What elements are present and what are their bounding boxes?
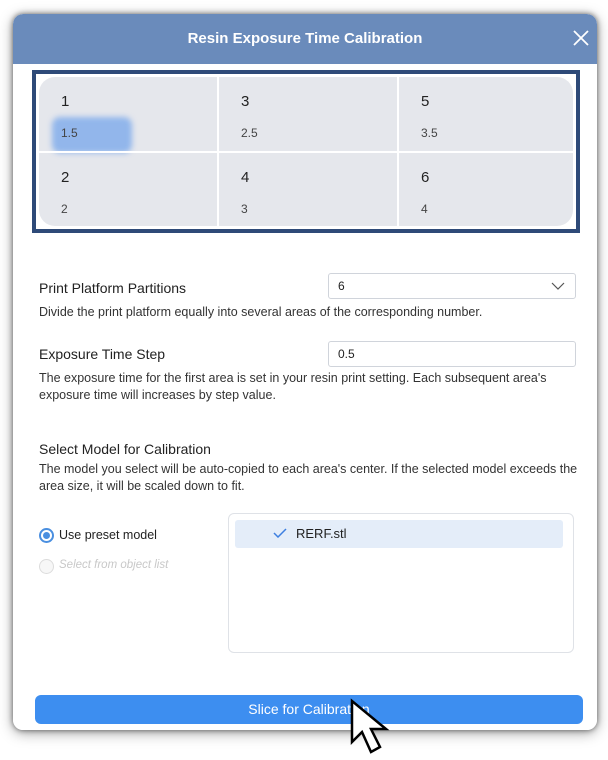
- cell-exposure-value: 3.5: [421, 126, 438, 140]
- cell-number: 3: [241, 93, 250, 110]
- cell-exposure-value: 4: [421, 202, 428, 216]
- radio-label: Select from object list: [59, 559, 169, 571]
- model-name: RERF.stl: [296, 526, 347, 541]
- exposure-step-label: Exposure Time Step: [39, 346, 166, 362]
- calibration-dialog: Resin Exposure Time Calibration 1 1.5 3 …: [13, 14, 597, 730]
- cell-number: 4: [241, 169, 250, 186]
- partitions-value: 6: [338, 279, 345, 293]
- partitions-description: Divide the print platform equally into s…: [39, 305, 483, 319]
- cell-number: 5: [421, 93, 430, 110]
- grid-cell-2: 2 2: [39, 153, 217, 226]
- grid-cell-4: 4 3: [219, 153, 397, 226]
- grid-cell-5: 5 3.5: [399, 77, 573, 151]
- exposure-step-value: 0.5: [338, 347, 355, 361]
- cell-exposure-value: 2.5: [241, 126, 258, 140]
- check-icon: [273, 528, 287, 538]
- cell-exposure-value: 2: [61, 202, 68, 216]
- cell-exposure-value: 1.5: [61, 126, 78, 140]
- partitions-label: Print Platform Partitions: [39, 280, 187, 296]
- dialog-titlebar: Resin Exposure Time Calibration: [13, 14, 597, 64]
- exposure-step-input[interactable]: 0.5: [328, 341, 576, 367]
- grid-cell-6: 6 4: [399, 153, 573, 226]
- cell-number: 2: [61, 169, 70, 186]
- exposure-step-description: The exposure time for the first area is …: [39, 371, 547, 402]
- dialog-title: Resin Exposure Time Calibration: [187, 30, 423, 47]
- cell-exposure-value: 3: [241, 202, 248, 216]
- model-list: RERF.stl: [228, 513, 574, 653]
- radio-unselected-icon[interactable]: [39, 559, 54, 574]
- slice-for-calibration-button[interactable]: Slice for Calibration: [35, 695, 583, 724]
- radio-label: Use preset model: [59, 528, 157, 542]
- close-icon[interactable]: [571, 28, 591, 48]
- partition-grid-frame: 1 1.5 3 2.5 5 3.5 2 2 4 3 6 4: [32, 70, 580, 233]
- grid-divider: [39, 151, 573, 153]
- partitions-select[interactable]: 6: [328, 273, 576, 299]
- dialog-content: 1 1.5 3 2.5 5 3.5 2 2 4 3 6 4 Print Plat…: [13, 64, 597, 730]
- chevron-down-icon: [551, 282, 565, 290]
- model-list-item[interactable]: RERF.stl: [235, 520, 563, 548]
- radio-selected-icon[interactable]: [39, 528, 54, 543]
- grid-cell-1: 1 1.5: [39, 77, 217, 153]
- model-select-label: Select Model for Calibration: [39, 441, 211, 457]
- mouse-pointer-icon: [350, 698, 390, 754]
- partition-grid: 1 1.5 3 2.5 5 3.5 2 2 4 3 6 4: [39, 77, 573, 226]
- model-select-description: The model you select will be auto-copied…: [39, 462, 578, 493]
- cell-number: 6: [421, 169, 430, 186]
- grid-cell-3: 3 2.5: [219, 77, 397, 151]
- cell-number: 1: [61, 93, 70, 110]
